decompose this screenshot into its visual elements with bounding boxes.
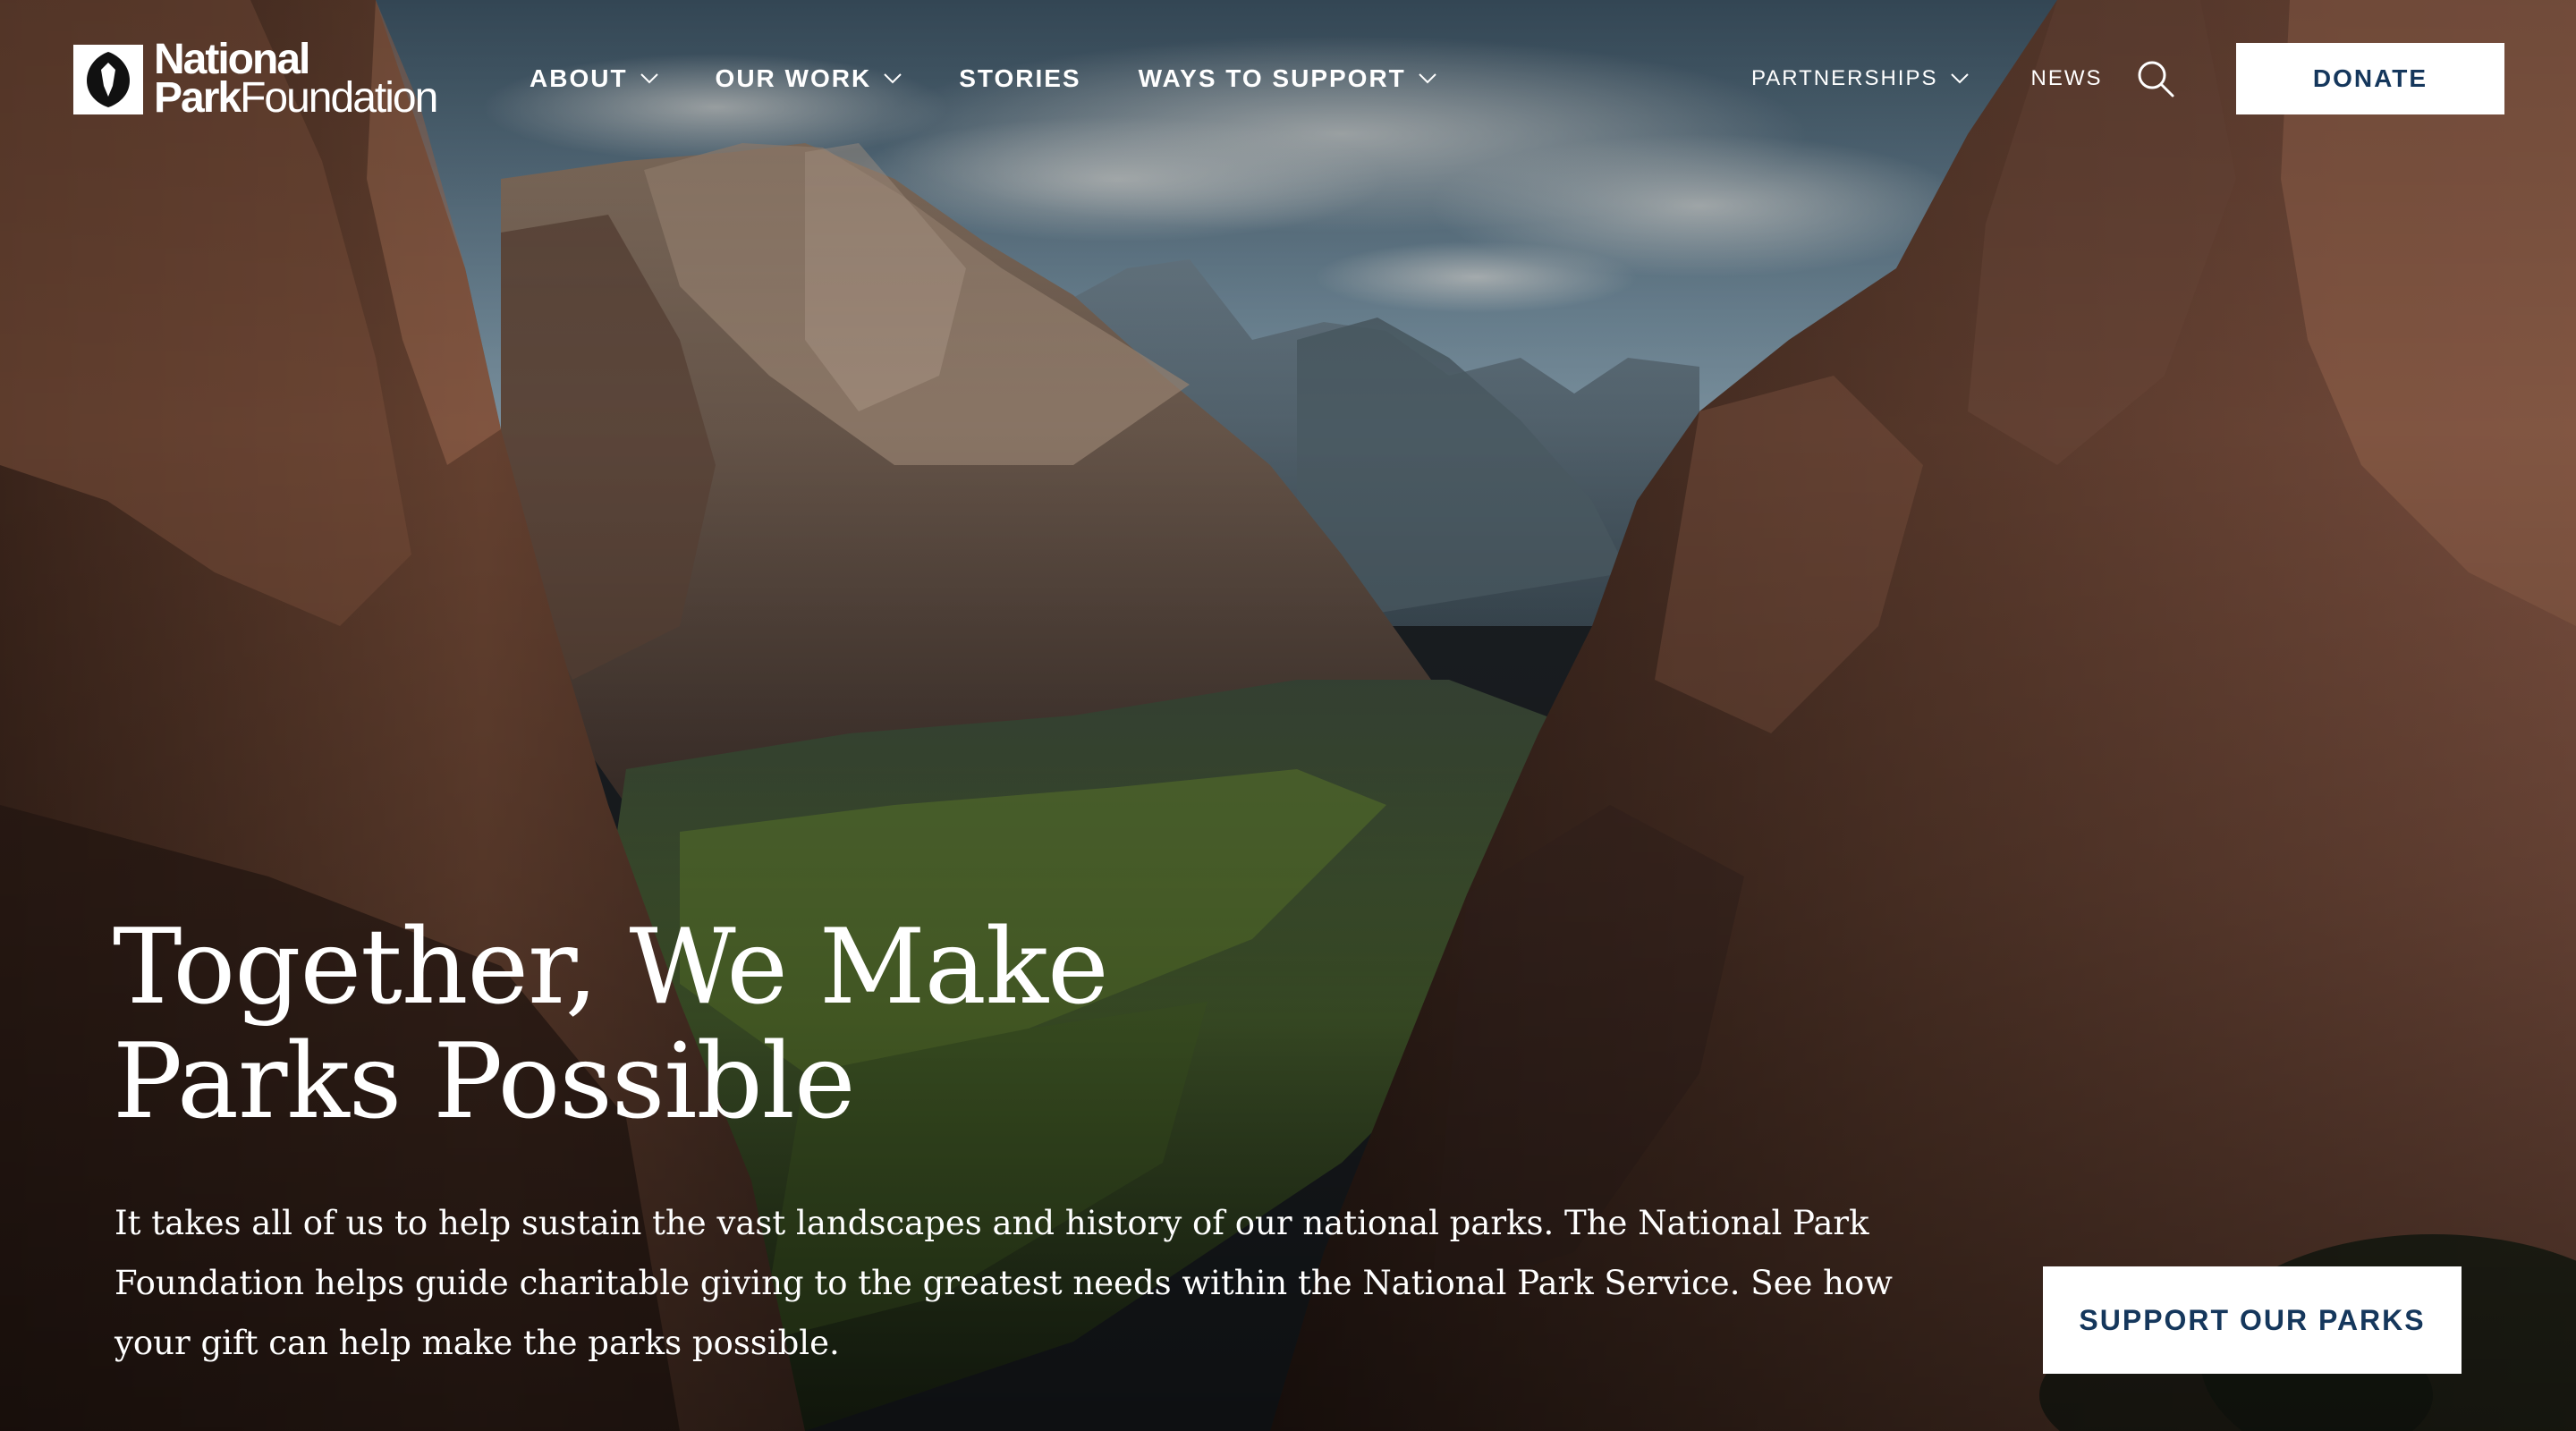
hero-title-line-2: Parks Possible xyxy=(113,1021,855,1142)
donate-button[interactable]: DONATE xyxy=(2236,43,2504,114)
nav-item-partnerships[interactable]: PARTNERSHIPS xyxy=(1751,66,1969,91)
chevron-down-icon xyxy=(1419,73,1436,84)
utility-nav: PARTNERSHIPS NEWS xyxy=(1751,57,2103,100)
nav-item-label: PARTNERSHIPS xyxy=(1751,66,1938,90)
hero-title: Together, We Make Parks Possible xyxy=(113,910,1186,1139)
nav-item-label: WAYS TO SUPPORT xyxy=(1138,64,1406,92)
chevron-down-icon xyxy=(640,73,658,84)
logo-line-2-bold: Park xyxy=(154,74,242,122)
search-icon xyxy=(2138,61,2174,97)
nav-item-label: OUR WORK xyxy=(715,64,872,92)
support-our-parks-button[interactable]: SUPPORT OUR PARKS xyxy=(2043,1266,2462,1374)
logo-line-2-light: Foundation xyxy=(240,74,438,122)
hero-section: National ParkFoundation ABOUT OUR WORK S… xyxy=(0,0,2576,1431)
main-nav: ABOUT OUR WORK STORIES WAYS TO SUPPORT xyxy=(530,57,1436,100)
arrowhead-icon xyxy=(73,45,143,114)
nav-item-label: NEWS xyxy=(2030,66,2103,90)
logo-line-2: ParkFoundation xyxy=(154,77,438,120)
chevron-down-icon xyxy=(884,73,902,84)
nav-item-ways-to-support[interactable]: WAYS TO SUPPORT xyxy=(1139,64,1436,93)
nav-item-our-work[interactable]: OUR WORK xyxy=(716,64,902,93)
site-header: National ParkFoundation ABOUT OUR WORK S… xyxy=(0,0,2576,157)
chevron-down-icon xyxy=(1950,73,1969,84)
hero-title-line-1: Together, We Make xyxy=(113,907,1109,1028)
nav-item-label: ABOUT xyxy=(530,64,628,92)
nav-item-stories[interactable]: STORIES xyxy=(959,64,1080,93)
nav-item-label: STORIES xyxy=(959,64,1081,92)
logo-link[interactable]: National ParkFoundation xyxy=(73,36,476,120)
search-button[interactable] xyxy=(2134,57,2177,100)
logo-wordmark: National ParkFoundation xyxy=(154,36,438,120)
hero-description: It takes all of us to help sustain the v… xyxy=(114,1204,1893,1362)
nav-item-news[interactable]: NEWS xyxy=(2031,66,2103,91)
nav-item-about[interactable]: ABOUT xyxy=(530,64,658,93)
logo-line-1: National xyxy=(154,36,310,83)
